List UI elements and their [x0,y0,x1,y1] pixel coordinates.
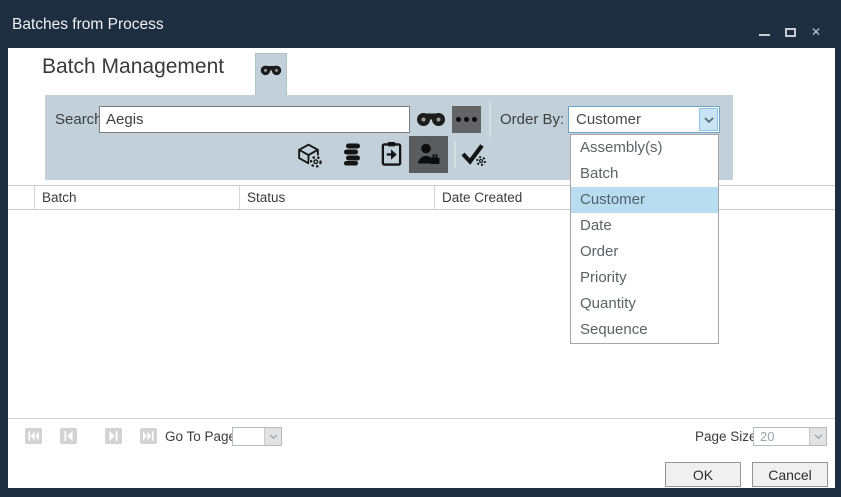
page-title: Batch Management [42,55,224,79]
cancel-button[interactable]: Cancel [752,462,828,487]
page-size-combobox[interactable]: 20 [753,427,827,446]
next-page-button[interactable] [105,428,122,444]
order-by-combobox[interactable]: Customer [568,106,720,133]
clipboard-transfer-icon [380,141,403,167]
order-by-value: Customer [576,107,641,132]
dropdown-option-sequence[interactable]: Sequence [571,317,718,343]
order-by-dropdown-list: Assembly(s) Batch Customer Date Order Pr… [570,134,719,344]
search-input[interactable] [99,106,410,133]
page-size-label: Page Size [695,429,757,444]
window-controls: ✕ [759,26,821,38]
grid-column-selector [8,186,35,209]
coins-button[interactable] [335,138,365,170]
package-gear-icon [295,141,322,168]
previous-page-button[interactable] [60,428,77,444]
dialog-content: Batch Management Search: [8,48,835,488]
check-gear-icon [460,142,487,167]
go-to-page-label: Go To Page [165,429,236,444]
dialog-window: Batches from Process ✕ Batch Management [0,0,841,497]
tab-batch-search[interactable] [255,53,287,95]
window-title: Batches from Process [12,16,164,34]
page-size-value: 20 [760,428,774,445]
last-page-button[interactable] [140,428,157,444]
ellipsis-icon [456,117,461,122]
next-page-icon [109,431,118,441]
user-assignments-button-selected[interactable] [409,136,448,173]
minimize-icon[interactable] [759,34,770,36]
dropdown-option-batch[interactable]: Batch [571,161,718,187]
dropdown-option-quantity[interactable]: Quantity [571,291,718,317]
previous-page-icon [64,431,73,441]
chevron-down-icon[interactable] [264,428,281,445]
chevron-down-icon[interactable] [699,108,718,131]
titlebar: Batches from Process ✕ [0,0,841,48]
more-options-button[interactable] [452,106,481,133]
close-icon[interactable]: ✕ [811,26,821,38]
first-page-button[interactable] [25,428,42,444]
pager-divider [8,418,835,419]
maximize-icon[interactable] [785,28,796,37]
grid-column-batch[interactable]: Batch [35,186,240,209]
coins-icon [337,141,363,167]
dropdown-option-date[interactable]: Date [571,213,718,239]
toolbar-separator [489,102,491,137]
binoculars-icon [260,63,282,95]
grid-column-status[interactable]: Status [240,186,435,209]
toolbar-separator [454,141,456,168]
go-to-page-input[interactable] [232,427,282,446]
first-page-icon [28,431,39,441]
last-page-icon [143,431,154,441]
search-binoculars-icon[interactable] [416,111,446,132]
dropdown-option-customer[interactable]: Customer [571,187,718,213]
dropdown-option-priority[interactable]: Priority [571,265,718,291]
validate-settings-button[interactable] [458,138,488,170]
package-settings-button[interactable] [293,138,323,170]
order-by-label: Order By: [500,106,564,133]
dropdown-option-assembly[interactable]: Assembly(s) [571,135,718,161]
user-briefcase-icon [416,142,442,167]
clipboard-transfer-button[interactable] [376,138,406,170]
dropdown-option-order[interactable]: Order [571,239,718,265]
ok-button[interactable]: OK [665,462,741,487]
chevron-down-icon[interactable] [809,428,826,445]
